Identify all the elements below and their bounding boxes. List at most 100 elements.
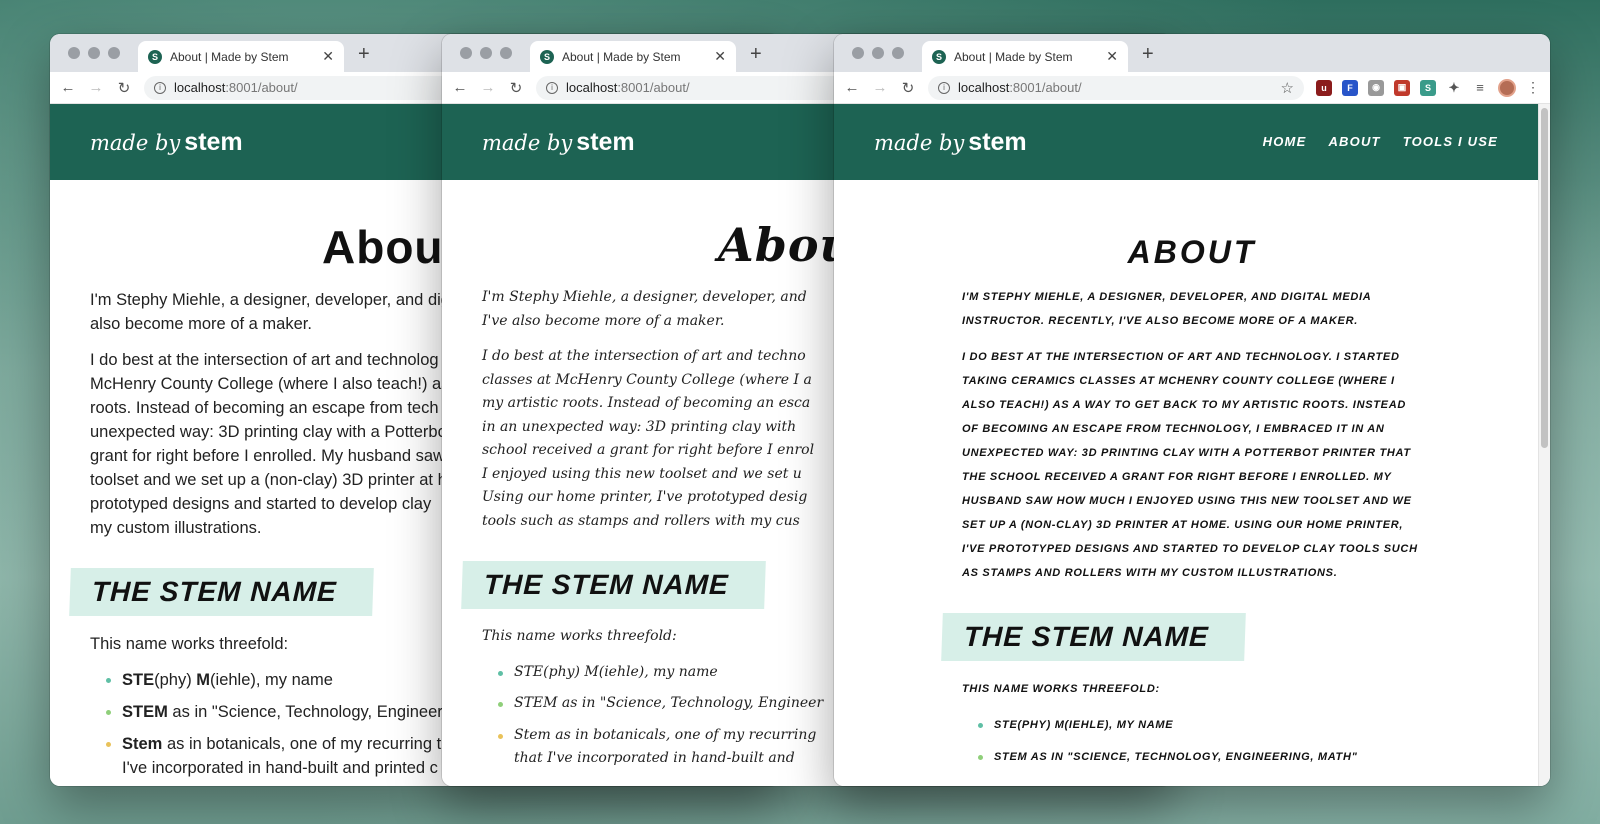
section-heading: THE STEM NAME (941, 613, 1246, 661)
scrollbar-thumb[interactable] (1541, 108, 1548, 448)
reload-icon[interactable]: ↻ (900, 79, 916, 97)
stem-extension-icon[interactable]: S (1420, 79, 1436, 96)
url-path: :8001/about/ (617, 80, 690, 95)
story-line: my custom illustrations. (90, 519, 262, 537)
site-header: made by stem HOME ABOUT TOOLS I USE (834, 104, 1550, 180)
back-icon[interactable]: ← (452, 79, 468, 96)
li-text: (iehle), my name (210, 671, 333, 689)
story-line: tools such as stamps and rollers with my… (482, 512, 800, 529)
browser-tab[interactable]: S About | Made by Stem ✕ (922, 41, 1128, 72)
page-title: ABOUT (1127, 234, 1257, 270)
minimize-dot[interactable] (88, 47, 100, 59)
titlebar: S About | Made by Stem ✕ + (834, 34, 1550, 72)
li-text: (phy) (154, 671, 197, 689)
extensions-bar: u F ◉ ▣ S ✦ ≡ ⋮ (1316, 78, 1540, 97)
logo-script-text: made by (90, 130, 181, 155)
address-bar[interactable]: i localhost:8001/about/ ☆ (928, 75, 1304, 100)
zoom-dot[interactable] (892, 47, 904, 59)
favicon-icon: S (148, 49, 162, 64)
nav-home[interactable]: HOME (1263, 134, 1307, 149)
logo-strong-text: stem (184, 127, 243, 156)
intro-line-1: I'm Stephy Miehle, a designer, developer… (90, 291, 450, 309)
intro-line-2: I've also become more of a maker. (482, 312, 725, 329)
story-line: I do best at the intersection of art and… (90, 351, 439, 369)
reload-icon[interactable]: ↻ (116, 79, 132, 97)
info-icon[interactable]: i (546, 81, 558, 94)
minimize-dot[interactable] (872, 47, 884, 59)
intro-line-1: I'm Stephy Miehle, a designer, developer… (482, 289, 807, 305)
story-line: prototyped designs and started to develo… (90, 495, 432, 513)
li-text: as in "Science, Technology, Engineerin (167, 703, 456, 721)
close-tab-icon[interactable]: ✕ (1106, 48, 1118, 65)
forward-icon[interactable]: → (480, 79, 496, 96)
favicon-icon: S (932, 49, 946, 64)
li-text: Stem as in botanicals, one of my recurri… (514, 726, 817, 743)
story-line: Using our home printer, I've prototyped … (482, 489, 808, 505)
forward-icon[interactable]: → (872, 79, 888, 96)
window-controls[interactable] (68, 47, 120, 59)
li-text: as in botanicals, one of my recurring th (162, 735, 451, 753)
story-line: in an unexpected way: 3D printing clay w… (482, 418, 797, 435)
close-tab-icon[interactable]: ✕ (322, 48, 334, 65)
new-tab-icon[interactable]: + (358, 43, 370, 66)
story-line: I do best at the intersection of art and… (482, 348, 806, 364)
logo-strong-text: stem (576, 127, 635, 156)
info-icon[interactable]: i (154, 81, 166, 94)
site-logo[interactable]: made by stem (874, 128, 1027, 157)
site-nav: HOME ABOUT TOOLS I USE (1263, 134, 1498, 149)
zoom-dot[interactable] (500, 47, 512, 59)
puzzle-icon[interactable]: ✦ (1446, 79, 1462, 96)
scrollbar[interactable] (1538, 104, 1550, 786)
camera-icon[interactable]: ◉ (1368, 79, 1384, 96)
url-host: localhost (174, 80, 226, 95)
ublock-icon[interactable]: u (1316, 79, 1332, 96)
reload-icon[interactable]: ↻ (508, 79, 524, 97)
nav-tools[interactable]: TOOLS I USE (1403, 134, 1498, 149)
nav-about[interactable]: ABOUT (1328, 134, 1380, 149)
close-dot[interactable] (460, 47, 472, 59)
minimize-dot[interactable] (480, 47, 492, 59)
site-logo[interactable]: made by stem (90, 128, 243, 157)
close-dot[interactable] (68, 47, 80, 59)
page-content: ABOUT I'm Stephy Miehle, a designer, dev… (834, 180, 1550, 769)
tab-title: About | Made by Stem (562, 49, 681, 64)
back-icon[interactable]: ← (844, 79, 860, 96)
avatar[interactable] (1498, 78, 1516, 97)
extension-red-icon[interactable]: ▣ (1394, 79, 1410, 96)
zoom-dot[interactable] (108, 47, 120, 59)
intro-paragraph: I'm Stephy Miehle, a designer, developer… (962, 291, 1371, 327)
back-icon[interactable]: ← (60, 79, 76, 96)
story-paragraph: I do best at the intersection of art and… (962, 351, 1418, 579)
li-bold: M (196, 671, 211, 689)
tab-title: About | Made by Stem (954, 49, 1073, 64)
url-path: :8001/about/ (225, 80, 298, 95)
close-dot[interactable] (852, 47, 864, 59)
li-text: that I've incorporated in hand-built and (514, 750, 795, 766)
kebab-menu-icon[interactable]: ⋮ (1526, 79, 1540, 96)
page-viewport: made by stem HOME ABOUT TOOLS I USE ABOUT… (834, 104, 1550, 786)
bookmark-star-icon[interactable]: ☆ (1281, 79, 1294, 97)
browser-tab[interactable]: S About | Made by Stem ✕ (138, 41, 344, 72)
list-item: STEM as in "Science, Technology, Enginee… (978, 745, 1422, 769)
story-line: grant for right before I enrolled. My hu… (90, 447, 445, 465)
new-tab-icon[interactable]: + (750, 43, 762, 66)
info-icon[interactable]: i (938, 81, 950, 94)
window-controls[interactable] (852, 47, 904, 59)
new-tab-icon[interactable]: + (1142, 43, 1154, 66)
story-line: roots. Instead of becoming an escape fro… (90, 399, 439, 417)
story-line: toolset and we set up a (non-clay) 3D pr… (90, 471, 447, 489)
story-line: classes at McHenry County College (where… (482, 371, 812, 388)
reading-list-icon[interactable]: ≡ (1472, 79, 1488, 96)
window-controls[interactable] (460, 47, 512, 59)
close-tab-icon[interactable]: ✕ (714, 48, 726, 65)
story-line: I enjoyed using this new toolset and we … (482, 465, 802, 482)
logo-script-text: made by (874, 130, 965, 155)
logo-strong-text: stem (968, 127, 1027, 156)
extension-f-icon[interactable]: F (1342, 79, 1358, 96)
site-logo[interactable]: made by stem (482, 128, 635, 157)
browser-window-3: S About | Made by Stem ✕ + ← → ↻ i local… (834, 34, 1550, 786)
forward-icon[interactable]: → (88, 79, 104, 96)
browser-tab[interactable]: S About | Made by Stem ✕ (530, 41, 736, 72)
section-heading: THE STEM NAME (461, 561, 766, 609)
favicon-icon: S (540, 49, 554, 64)
